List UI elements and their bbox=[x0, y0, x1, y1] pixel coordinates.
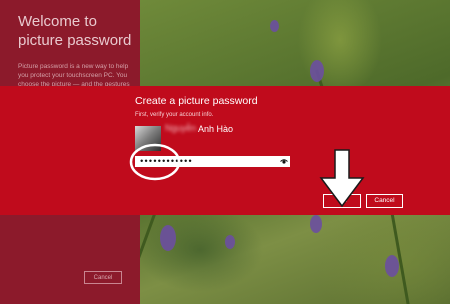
flower bbox=[225, 235, 235, 249]
side-panel-title: Welcome to picture password bbox=[18, 13, 132, 49]
username-blurred: Nguyễn bbox=[165, 123, 197, 133]
flower bbox=[310, 215, 322, 233]
side-cancel-button[interactable]: Cancel bbox=[84, 271, 122, 284]
dialog-subtitle: First, verify your account info. bbox=[135, 112, 214, 118]
dialog-title: Create a picture password bbox=[135, 95, 258, 107]
arrow-down-icon bbox=[319, 149, 365, 208]
cancel-button[interactable]: Cancel bbox=[366, 194, 403, 208]
lock-screen: Welcome to picture password Picture pass… bbox=[0, 0, 450, 304]
flower bbox=[310, 60, 324, 82]
username: Anh Hào bbox=[198, 124, 234, 134]
flower bbox=[160, 225, 176, 251]
eye-icon[interactable] bbox=[280, 158, 288, 165]
side-panel-description: Picture password is a new way to help yo… bbox=[18, 63, 130, 88]
flower bbox=[385, 255, 399, 277]
flower bbox=[270, 20, 279, 32]
verify-dialog: Create a picture password First, verify … bbox=[0, 86, 450, 215]
highlight-ellipse bbox=[129, 143, 181, 181]
